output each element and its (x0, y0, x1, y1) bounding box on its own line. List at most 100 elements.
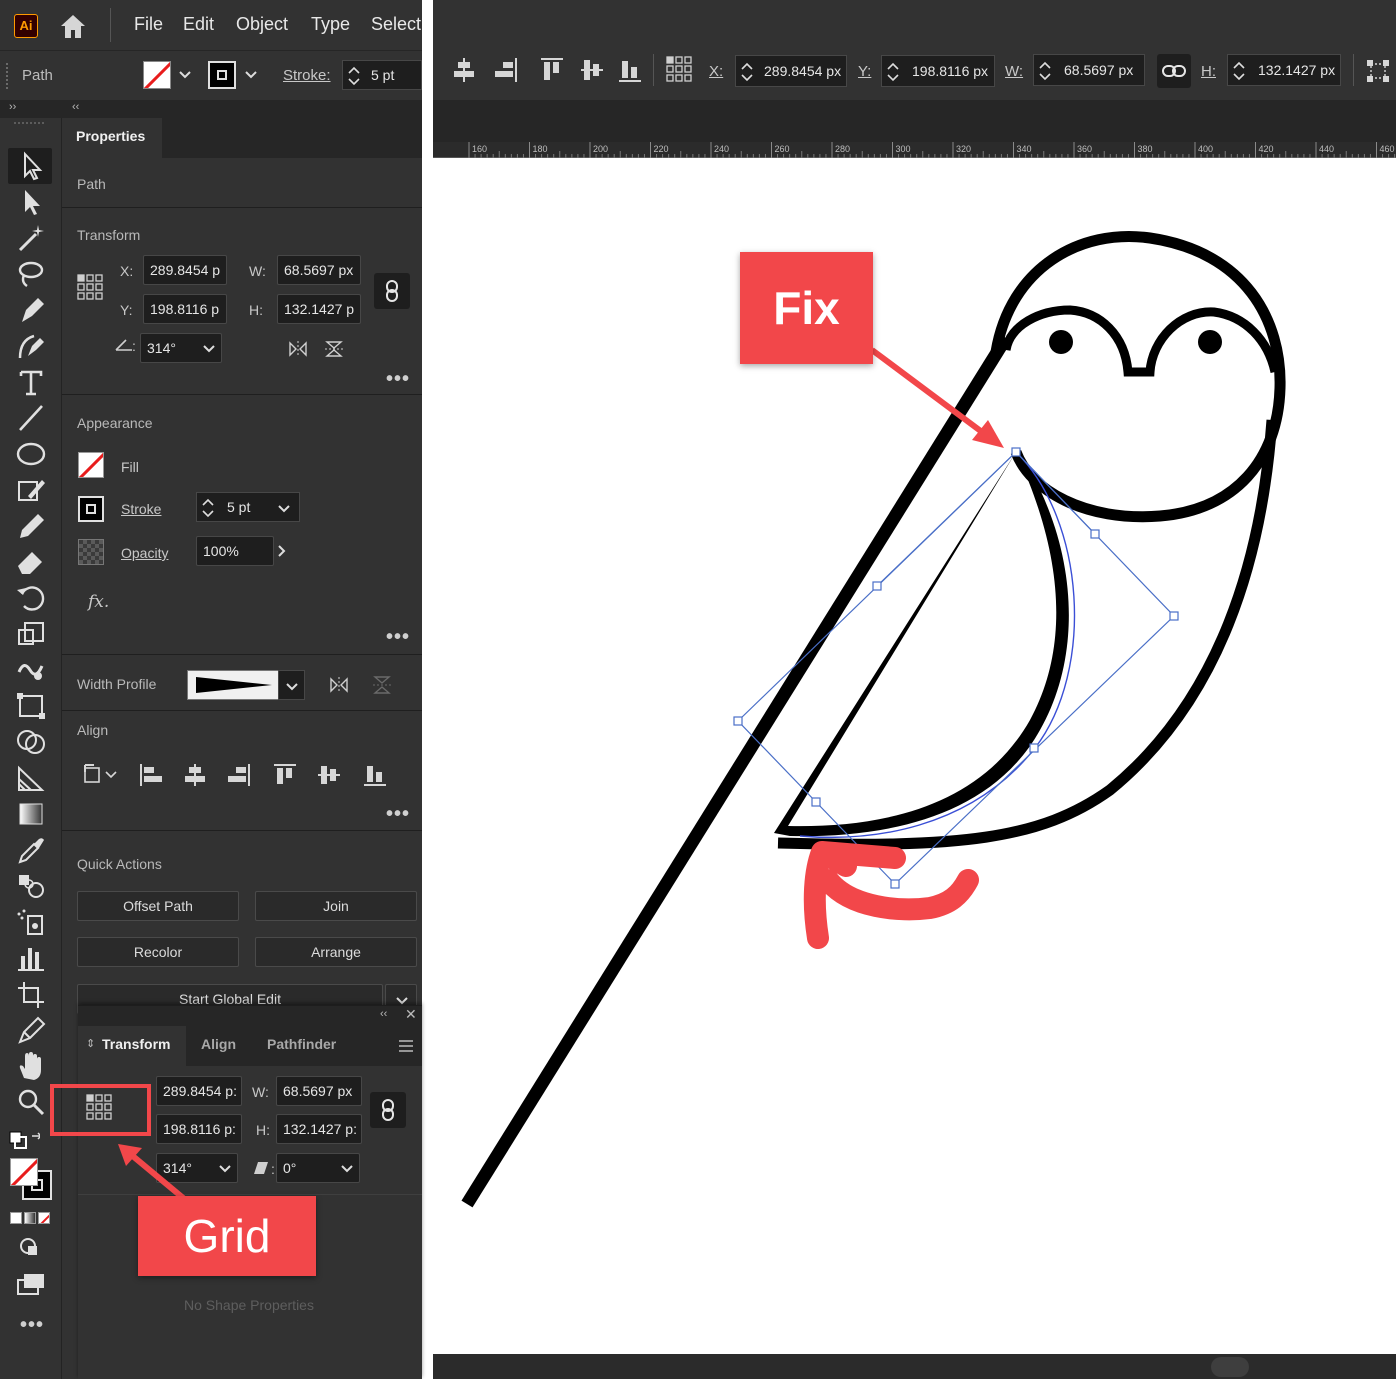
opacity-swatch[interactable] (78, 539, 104, 565)
horizontal-align-center-icon[interactable] (451, 56, 477, 84)
selected-path-stroke[interactable] (799, 451, 1076, 838)
vertical-align-top-icon[interactable] (272, 762, 298, 788)
reference-point-grid-icon[interactable] (76, 272, 106, 304)
opacity-field[interactable]: 100% (196, 536, 274, 566)
more-options-icon[interactable]: ••• (386, 803, 410, 826)
zoom-tool-icon[interactable] (14, 1086, 48, 1118)
chevron-down-icon[interactable] (244, 69, 258, 81)
horizontal-align-center-icon[interactable] (182, 762, 208, 788)
chevron-down-icon[interactable] (218, 1163, 232, 1175)
stroke-swatch[interactable] (208, 61, 236, 89)
artboard-tool-icon[interactable] (14, 978, 48, 1010)
lasso-tool-icon[interactable] (14, 258, 48, 290)
arrange-button[interactable]: Arrange (255, 937, 417, 967)
width-stepper[interactable]: 68.5697 px (1033, 54, 1145, 86)
horizontal-scrollbar[interactable] (433, 1354, 1396, 1379)
type-tool-icon[interactable] (14, 366, 48, 398)
toolbar-fill-swatch[interactable] (10, 1158, 38, 1186)
direct-selection-tool-icon[interactable] (14, 186, 48, 218)
column-graph-tool-icon[interactable] (14, 942, 48, 974)
horizontal-align-right-icon[interactable] (493, 56, 519, 84)
stroke-label[interactable]: Stroke: (283, 67, 331, 84)
pen-tool-icon[interactable] (14, 294, 48, 326)
height-stepper[interactable]: 132.1427 px (1227, 54, 1341, 86)
align-to-selection-icon[interactable] (82, 762, 120, 788)
stroke-stepper[interactable]: 5 pt (342, 60, 422, 90)
more-options-icon[interactable]: ••• (386, 368, 410, 391)
vertical-align-bottom-icon[interactable] (362, 762, 388, 788)
height-field[interactable]: 132.1427 p: (276, 1114, 362, 1144)
menu-file[interactable]: File (134, 14, 163, 35)
h-label[interactable]: H: (1201, 63, 1216, 80)
panel-menu-icon[interactable] (398, 1039, 414, 1053)
chevron-right-icon[interactable] (276, 544, 288, 558)
menu-edit[interactable]: Edit (183, 14, 214, 35)
width-profile-dropdown-toggle[interactable] (278, 670, 305, 700)
collapse-panel-icon[interactable]: ‹‹ (380, 1008, 387, 1020)
vertical-align-center-icon[interactable] (316, 762, 342, 788)
close-icon[interactable]: ✕ (405, 1006, 417, 1023)
width-field[interactable]: 68.5697 px (276, 1076, 362, 1106)
stroke-weight-value[interactable]: 5 pt (371, 67, 394, 83)
vertical-align-bottom-icon[interactable] (617, 56, 643, 84)
horizontal-align-left-icon[interactable] (138, 762, 164, 788)
effects-fx-button[interactable]: fx. (88, 592, 109, 612)
horizontal-ruler[interactable] (433, 142, 1396, 158)
tab-properties[interactable]: Properties (62, 118, 162, 158)
flip-along-icon[interactable] (328, 676, 350, 694)
chevron-down-icon[interactable] (202, 343, 216, 355)
gradient-tool-icon[interactable] (14, 798, 48, 830)
flip-across-icon[interactable] (372, 674, 392, 696)
tab-pathfinder[interactable]: Pathfinder (267, 1036, 336, 1052)
rotate-tool-icon[interactable] (14, 582, 48, 614)
owl-artwork[interactable] (433, 158, 1396, 1354)
panel-title-bar[interactable]: ‹‹ ✕ (78, 1006, 422, 1026)
free-transform-tool-icon[interactable] (14, 690, 48, 722)
ellipse-tool-icon[interactable] (14, 438, 48, 470)
more-tools-icon[interactable]: ••• (20, 1314, 44, 1337)
branch-line[interactable] (461, 334, 1012, 1208)
menu-object[interactable]: Object (236, 14, 288, 35)
eraser-tool-icon[interactable] (14, 546, 48, 578)
eyedropper-tool-icon[interactable] (14, 834, 48, 866)
draw-mode-icon[interactable] (14, 1232, 48, 1264)
color-mode-buttons[interactable] (10, 1212, 52, 1226)
expand-toolbar-icon[interactable]: ›› (9, 101, 16, 113)
scrollbar-thumb[interactable] (1211, 1357, 1249, 1377)
x-position-stepper[interactable]: 289.8454 px (735, 55, 847, 87)
x-position-field[interactable]: 289.8454 p (143, 255, 227, 285)
curvature-tool-icon[interactable] (14, 330, 48, 362)
chevron-down-icon[interactable] (178, 69, 192, 81)
tab-transform[interactable]: ⇕ Transform (78, 1026, 186, 1066)
line-tool-icon[interactable] (14, 402, 48, 434)
paintbrush-tool-icon[interactable] (14, 474, 48, 506)
chevron-down-icon[interactable] (340, 1163, 354, 1175)
home-icon[interactable] (58, 12, 88, 40)
tab-align[interactable]: Align (201, 1036, 236, 1052)
fill-swatch[interactable] (78, 452, 104, 478)
w-label[interactable]: W: (1005, 63, 1023, 80)
collapse-panel-icon[interactable]: ‹‹ (72, 101, 79, 113)
y-position-stepper[interactable]: 198.8116 px (881, 55, 995, 87)
x-position-field[interactable]: 289.8454 p: (156, 1076, 242, 1106)
warp-tool-icon[interactable] (14, 654, 48, 686)
y-position-field[interactable]: 198.8116 p (143, 294, 227, 324)
horizontal-align-right-icon[interactable] (226, 762, 252, 788)
stroke-weight-value[interactable]: 5 pt (227, 499, 250, 515)
constrain-proportions-button[interactable] (370, 1092, 406, 1128)
join-button[interactable]: Join (255, 891, 417, 921)
hand-tool-icon[interactable] (14, 1050, 48, 1082)
more-options-icon[interactable]: ••• (386, 626, 410, 649)
menu-type[interactable]: Type (311, 14, 350, 35)
perspective-grid-tool-icon[interactable] (14, 762, 48, 794)
owl-body-outline[interactable] (777, 419, 1278, 850)
owl-brow[interactable] (1001, 305, 1280, 377)
flip-horizontal-icon[interactable] (287, 340, 309, 358)
stroke-swatch[interactable] (78, 496, 104, 522)
screen-mode-icon[interactable] (14, 1268, 48, 1300)
pencil-tool-icon[interactable] (14, 510, 48, 542)
width-field[interactable]: 68.5697 px (277, 255, 361, 285)
flip-vertical-icon[interactable] (324, 339, 344, 359)
menu-select[interactable]: Select (371, 14, 421, 35)
constrain-proportions-button[interactable] (374, 273, 410, 309)
